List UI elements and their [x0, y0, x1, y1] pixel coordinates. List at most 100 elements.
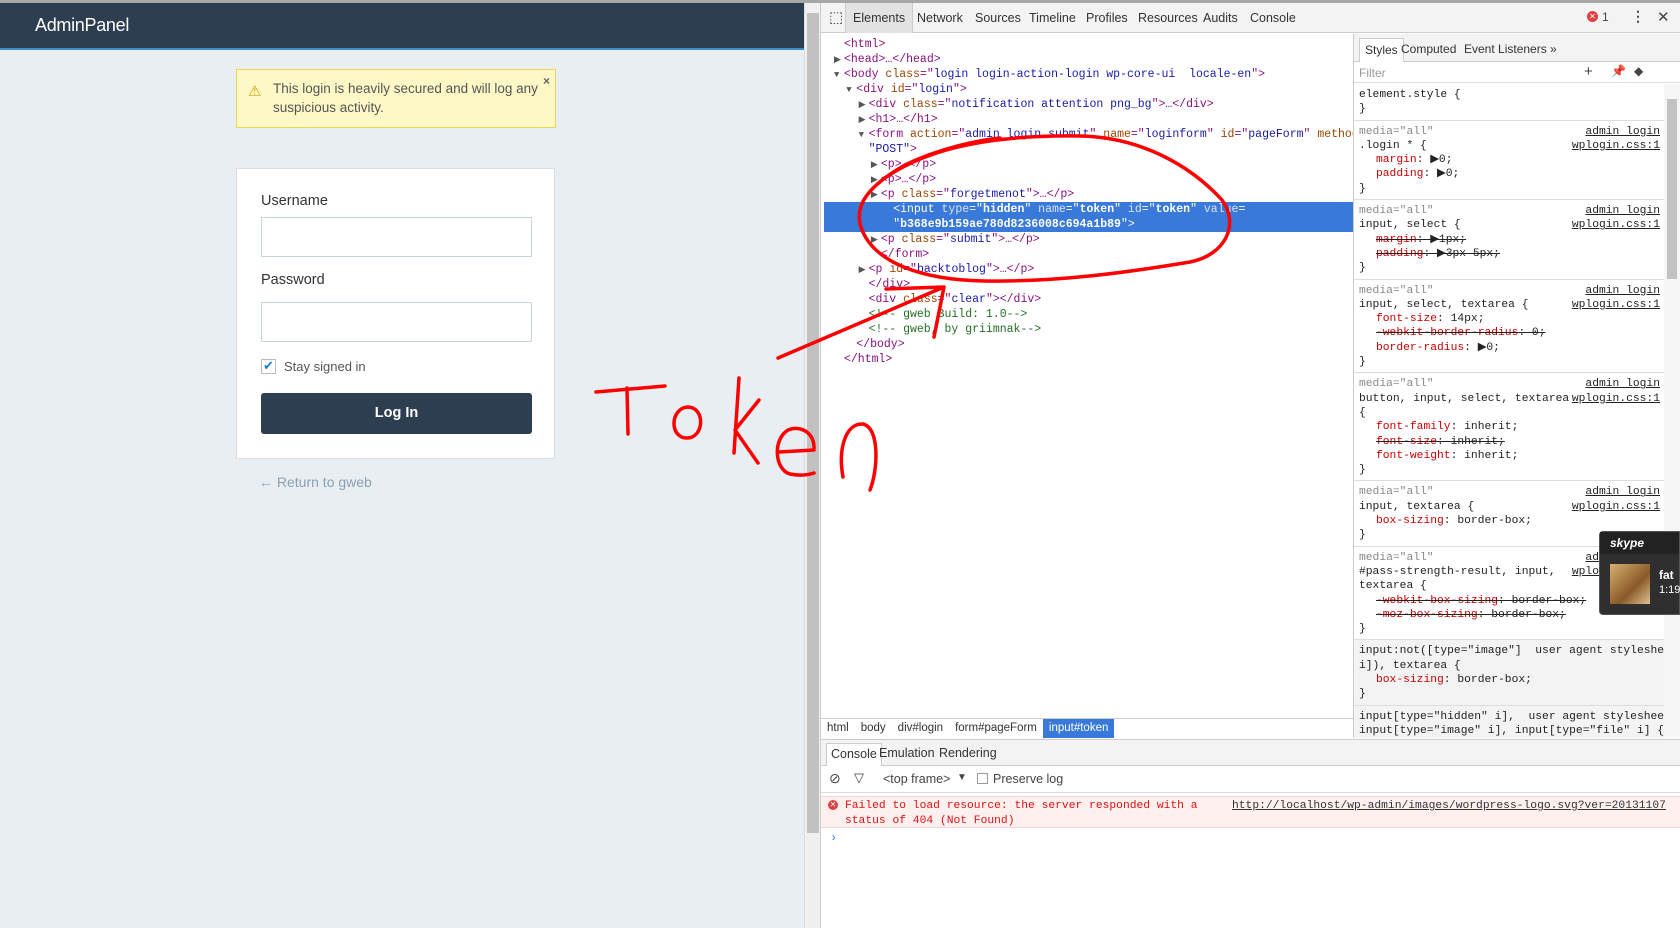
dom-node[interactable]: ▶ <h1>…</h1> [824, 112, 1353, 127]
dom-node[interactable]: </div> [824, 277, 1353, 292]
expand-arrow-icon[interactable]: ▶ [859, 263, 869, 278]
collapse-arrow-icon[interactable]: ▼ [834, 68, 844, 83]
rule-source-link[interactable]: wplogin.css:1 [1572, 218, 1660, 232]
css-property[interactable]: margin: ▶0; [1359, 153, 1659, 167]
expand-arrow-icon[interactable]: ▶ [871, 233, 881, 248]
filter-input[interactable]: Filter [1359, 66, 1386, 80]
console-prompt[interactable]: › [821, 828, 1680, 848]
css-property[interactable]: font-weight: inherit; [1359, 449, 1659, 463]
rule-source-link[interactable]: admin login [1585, 204, 1660, 218]
css-property[interactable]: font-family: inherit; [1359, 420, 1659, 434]
dom-node[interactable]: ▶ <div class="notification attention png_… [824, 97, 1353, 112]
tab-computed[interactable]: Computed [1401, 38, 1456, 62]
styles-scrollbar[interactable] [1664, 84, 1680, 738]
stay-signed-in-checkbox[interactable]: ✔ [261, 359, 276, 374]
tab-emulation[interactable]: Emulation [879, 743, 935, 766]
dom-node[interactable]: ▶ <head>…</head> [824, 52, 1353, 67]
css-property[interactable]: padding: ▶0; [1359, 167, 1659, 181]
dom-node[interactable]: ▶ <p id="backtoblog">…</p> [824, 262, 1353, 277]
elements-tree[interactable]: <html> ▶ <head>…</head> ▼ <body class="login… [824, 34, 1353, 720]
stay-signed-in-label[interactable]: Stay signed in [284, 359, 366, 374]
tab-console[interactable]: Console [826, 743, 882, 766]
tab-timeline[interactable]: Timeline [1029, 3, 1076, 33]
rule-selector[interactable]: input:not([type="image"] user agent styl… [1359, 644, 1664, 673]
clear-console-icon[interactable]: ⊘ [829, 770, 841, 787]
css-property[interactable]: box-sizing: border-box; [1359, 514, 1659, 528]
scrollbar-thumb[interactable] [807, 13, 819, 833]
more-options-icon[interactable]: ⋮ [1631, 8, 1645, 25]
error-icon[interactable]: ✕ [1587, 11, 1598, 22]
dom-node[interactable]: "POST"> [824, 142, 1353, 157]
css-property[interactable]: -webkit-border-radius: 0; [1359, 326, 1659, 340]
frame-selector[interactable]: <top frame> [883, 772, 950, 786]
css-property[interactable]: box-sizing: border-box; [1359, 673, 1659, 687]
css-property[interactable]: font-size: inherit; [1359, 435, 1659, 449]
skype-notification[interactable]: skype fat 1:19 [1599, 531, 1680, 615]
filter-icon[interactable]: ▽ [854, 770, 864, 786]
tab-profiles[interactable]: Profiles [1086, 3, 1128, 33]
dom-node[interactable]: ▶ <p>…</p> [824, 157, 1353, 172]
dom-node[interactable]: <!-- gweb Build: 1.0--> [824, 307, 1353, 322]
rule-source-link[interactable]: wplogin.css:1 [1572, 392, 1660, 406]
rule-source-link[interactable]: wplogin.css:1 [1572, 298, 1660, 312]
chevron-down-icon[interactable]: ▼ [957, 772, 967, 783]
tab-sources[interactable]: Sources [975, 3, 1021, 33]
preserve-log-label[interactable]: Preserve log [993, 772, 1063, 786]
tab-network[interactable]: Network [917, 3, 963, 33]
username-input[interactable] [261, 217, 532, 257]
tab-rendering[interactable]: Rendering [939, 743, 997, 766]
dom-node[interactable]: ▼ <form action="admin_login_submit" name=… [824, 127, 1353, 142]
tab-styles[interactable]: Styles [1359, 38, 1404, 62]
rule-source-link[interactable]: admin login [1585, 125, 1660, 139]
dom-node[interactable]: </body> [824, 337, 1353, 352]
dom-node[interactable]: ▶ <p class="forgetmenot">…</p> [824, 187, 1353, 202]
css-property[interactable]: margin: ▶1px; [1359, 233, 1659, 247]
brand-logo[interactable]: AdminPanel [35, 15, 129, 36]
expand-arrow-icon[interactable]: ▶ [859, 98, 869, 113]
color-format-icon[interactable]: ◆ [1634, 64, 1643, 78]
password-input[interactable] [261, 302, 532, 342]
error-source-link[interactable]: http://localhost/wp-admin/images/wordpre… [1232, 799, 1666, 814]
breadcrumb-item[interactable]: form#pageForm [949, 719, 1043, 738]
rule-source-link[interactable]: admin login [1585, 485, 1660, 499]
breadcrumb-item[interactable]: html [821, 719, 855, 738]
breadcrumb-item[interactable]: div#login [892, 719, 949, 738]
selected-node[interactable]: "b368e9b159ae780d8236008c694a1b89"> [824, 217, 1353, 232]
rule-source-link[interactable]: wplogin.css:1 [1572, 139, 1660, 153]
expand-arrow-icon[interactable]: ▶ [834, 53, 844, 68]
rule-source-link[interactable]: wplogin.css:1 [1572, 500, 1660, 514]
dom-node[interactable]: ▼ <div id="login"> [824, 82, 1353, 97]
dom-node[interactable]: </form> [824, 247, 1353, 262]
page-scrollbar[interactable] [804, 3, 820, 928]
expand-arrow-icon[interactable]: ▶ [859, 113, 869, 128]
rule-source-link[interactable]: admin login [1585, 284, 1660, 298]
dom-node[interactable]: <!-- gweb, by griimnak--> [824, 322, 1353, 337]
dom-node[interactable]: </html> [824, 352, 1353, 367]
rule-source-link[interactable]: admin login [1585, 377, 1660, 391]
css-property[interactable]: border-radius: ▶0; [1359, 341, 1659, 355]
css-property[interactable]: font-size: 14px; [1359, 312, 1659, 326]
css-property[interactable]: padding: ▶3px 5px; [1359, 247, 1659, 261]
new-style-rule-icon[interactable]: + [1584, 63, 1593, 80]
inspect-element-icon[interactable]: ⬚ [829, 8, 843, 26]
styles-filter[interactable]: Filter + 📌 ◆ [1354, 62, 1680, 83]
rule-selector[interactable]: element.style { [1359, 88, 1659, 102]
tab-resources[interactable]: Resources [1138, 3, 1198, 33]
return-link[interactable]: ← Return to gweb [259, 474, 372, 490]
selected-node[interactable]: <input type="hidden" name="token" id="to… [824, 202, 1353, 217]
dom-node[interactable]: <html> [824, 37, 1353, 52]
breadcrumb-item[interactable]: input#token [1042, 719, 1115, 738]
dom-node[interactable]: ▶ <p class="submit">…</p> [824, 232, 1353, 247]
tab-elements[interactable]: Elements [845, 3, 914, 33]
tab-console[interactable]: Console [1250, 3, 1296, 33]
close-devtools-icon[interactable]: ✕ [1657, 8, 1670, 26]
collapse-arrow-icon[interactable]: ▼ [846, 83, 856, 98]
pin-icon[interactable]: 📌 [1611, 64, 1626, 78]
collapse-arrow-icon[interactable]: ▼ [859, 128, 869, 143]
expand-arrow-icon[interactable]: ▶ [871, 173, 881, 188]
rule-selector[interactable]: input[type="hidden" i], user agent style… [1359, 710, 1664, 738]
scrollbar-thumb[interactable] [1667, 99, 1677, 279]
dom-node[interactable]: <div class="clear"></div> [824, 292, 1353, 307]
login-button[interactable]: Log In [261, 393, 532, 434]
dom-node[interactable]: ▶ <p>…</p> [824, 172, 1353, 187]
